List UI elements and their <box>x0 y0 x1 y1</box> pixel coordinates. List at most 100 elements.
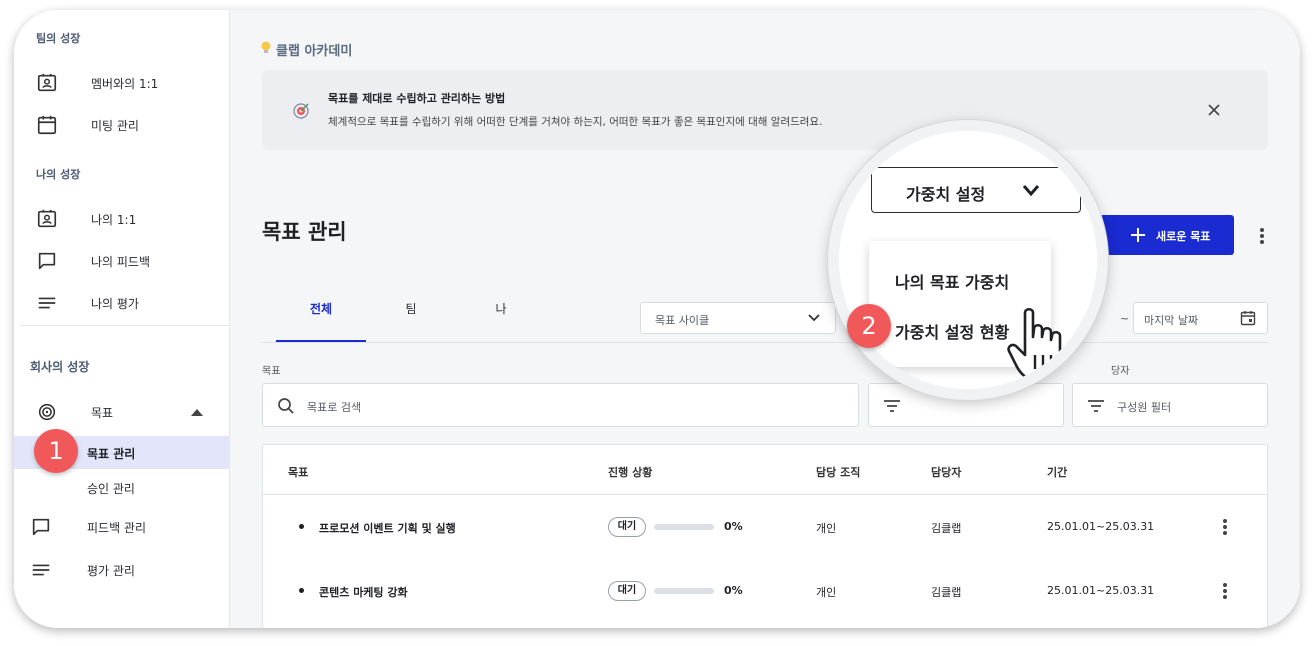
step-badge-1: 1 <box>34 429 78 473</box>
row-more-icon[interactable] <box>1223 519 1227 537</box>
target-icon <box>38 403 56 421</box>
sidebar-item-feedback-admin[interactable]: 피드백 관리 <box>14 510 230 544</box>
sidebar-item-member-1on1[interactable]: 멤버와의 1:1 <box>14 66 230 100</box>
sidebar-item-label: 평가 관리 <box>87 564 135 578</box>
end-date-placeholder: 마지막 날짜 <box>1144 314 1199 327</box>
owner-cell: 김클랩 <box>931 522 962 535</box>
table-header-divider <box>263 494 1267 495</box>
row-more-icon[interactable] <box>1223 583 1227 601</box>
section-team-growth: 팀의 성장 <box>36 32 81 45</box>
chat-bubble-icon <box>38 252 56 270</box>
column-header-progress: 진행 상황 <box>608 466 653 479</box>
member-filter[interactable]: 구성원 필터 <box>1072 383 1268 427</box>
sidebar-item-label: 멤버와의 1:1 <box>91 77 159 91</box>
cycle-select[interactable]: 목표 사이클 <box>640 302 836 334</box>
sidebar-divider <box>20 325 230 326</box>
chevron-down-icon <box>1022 185 1040 197</box>
sidebar-item-label: 승인 관리 <box>87 482 135 496</box>
banner-description: 체계적으로 목표를 수립하기 위해 어떠한 단계를 거쳐야 하는지, 어떠한 목… <box>328 116 823 128</box>
lines-icon <box>38 297 56 309</box>
end-date-field[interactable]: 마지막 날짜 <box>1133 302 1268 334</box>
lines-icon <box>32 564 50 576</box>
goals-table <box>262 444 1268 628</box>
bullet <box>299 524 304 529</box>
sidebar-item-approval[interactable]: 승인 관리 <box>14 471 230 505</box>
goal-name[interactable]: 프로모션 이벤트 기획 및 실행 <box>319 520 456 536</box>
search-placeholder: 목표로 검색 <box>307 401 362 414</box>
page-more-icon[interactable] <box>1260 228 1264 246</box>
contact-card-icon <box>37 73 57 92</box>
section-my-growth: 나의 성장 <box>36 168 81 181</box>
sidebar-item-label: 목표 <box>91 406 114 420</box>
menu-item-weight-status[interactable]: 가중치 설정 현황 <box>895 319 1009 343</box>
progress-percent: 0% <box>724 520 743 533</box>
column-header-org: 담당 조직 <box>816 466 861 479</box>
owner-cell: 김클랩 <box>931 586 962 599</box>
lightbulb-icon <box>261 41 271 53</box>
target-dart-icon <box>293 103 309 119</box>
sidebar-item-label: 피드백 관리 <box>87 521 147 535</box>
sidebar-item-goals[interactable]: 목표 <box>14 395 230 429</box>
progress-bar <box>654 588 714 594</box>
calendar-icon <box>1240 311 1256 326</box>
period-cell: 25.01.01~25.03.31 <box>1047 520 1155 533</box>
hand-cursor-icon <box>1007 307 1062 381</box>
calendar-icon <box>37 115 57 135</box>
status-badge: 대기 <box>608 517 646 537</box>
sidebar-item-my-1on1[interactable]: 나의 1:1 <box>14 202 230 236</box>
org-cell: 개인 <box>816 586 837 599</box>
bullet <box>299 588 304 593</box>
close-icon[interactable] <box>1207 103 1221 117</box>
sidebar-item-my-eval[interactable]: 나의 평가 <box>14 286 230 320</box>
sidebar-item-label: 미팅 관리 <box>91 119 139 133</box>
app-window: 팀의 성장 멤버와의 1:1 미팅 관리 나의 성장 나의 1:1 나의 피드백… <box>14 10 1300 628</box>
new-goal-button[interactable]: 새로운 목표 <box>1100 215 1234 255</box>
goal-search-label: 목표 <box>262 366 281 377</box>
period-cell: 25.01.01~25.03.31 <box>1047 584 1155 597</box>
banner-title: 목표를 제대로 수립하고 관리하는 방법 <box>328 92 506 105</box>
search-icon <box>278 398 294 414</box>
sidebar-item-my-feedback[interactable]: 나의 피드백 <box>14 244 230 278</box>
filter-icon <box>884 400 900 412</box>
progress-percent: 0% <box>724 584 743 597</box>
weight-settings-label: 가중치 설정 <box>906 185 986 204</box>
step-badge-2: 2 <box>847 304 891 348</box>
weight-settings-dropdown[interactable]: 가중치 설정 <box>871 167 1081 213</box>
main-content: 클랩 아카데미 목표를 제대로 수립하고 관리하는 방법 체계적으로 목표를 수… <box>230 10 1300 628</box>
sidebar: 팀의 성장 멤버와의 1:1 미팅 관리 나의 성장 나의 1:1 나의 피드백… <box>14 10 230 628</box>
tab-all[interactable]: 전체 <box>276 300 366 317</box>
column-header-goal: 목표 <box>288 466 309 479</box>
caret-up-icon[interactable] <box>190 407 204 417</box>
tab-team[interactable]: 팀 <box>366 300 456 317</box>
progress-bar <box>654 524 714 530</box>
sidebar-item-label: 나의 1:1 <box>91 213 137 227</box>
chevron-down-icon <box>808 314 820 322</box>
sidebar-item-meeting[interactable]: 미팅 관리 <box>14 108 230 142</box>
plus-icon <box>1131 228 1145 242</box>
tab-divider <box>262 342 1268 343</box>
chat-bubble-icon <box>32 518 50 536</box>
goal-search-input[interactable]: 목표로 검색 <box>262 383 859 427</box>
sidebar-item-eval-admin[interactable]: 평가 관리 <box>14 553 230 587</box>
assignee-label: 당자 <box>1111 366 1130 377</box>
sidebar-item-label: 나의 피드백 <box>91 255 151 269</box>
tab-me[interactable]: 나 <box>456 300 546 317</box>
goal-name[interactable]: 콘텐츠 마케팅 강화 <box>319 584 408 600</box>
zoom-callout: 가중치 설정 나의 목표 가중치 가중치 설정 현황 <box>828 120 1108 400</box>
academy-banner: 목표를 제대로 수립하고 관리하는 방법 체계적으로 목표를 수립하기 위해 어… <box>262 70 1268 150</box>
contact-card-icon <box>37 209 57 228</box>
sidebar-item-label: 목표 관리 <box>87 447 136 461</box>
filter-icon <box>1088 400 1104 412</box>
column-header-owner: 담당자 <box>931 466 962 479</box>
member-filter-label: 구성원 필터 <box>1117 401 1172 414</box>
academy-title: 클랩 아카데미 <box>276 44 353 59</box>
status-badge: 대기 <box>608 581 646 601</box>
new-goal-label: 새로운 목표 <box>1156 230 1211 243</box>
cycle-placeholder: 목표 사이클 <box>655 314 710 327</box>
date-separator: ~ <box>1120 312 1130 325</box>
sidebar-item-label: 나의 평가 <box>91 297 139 311</box>
section-company-growth: 회사의 성장 <box>30 360 90 374</box>
page-title: 목표 관리 <box>262 220 347 244</box>
org-cell: 개인 <box>816 522 837 535</box>
menu-item-my-goal-weight[interactable]: 나의 목표 가중치 <box>895 269 1009 293</box>
